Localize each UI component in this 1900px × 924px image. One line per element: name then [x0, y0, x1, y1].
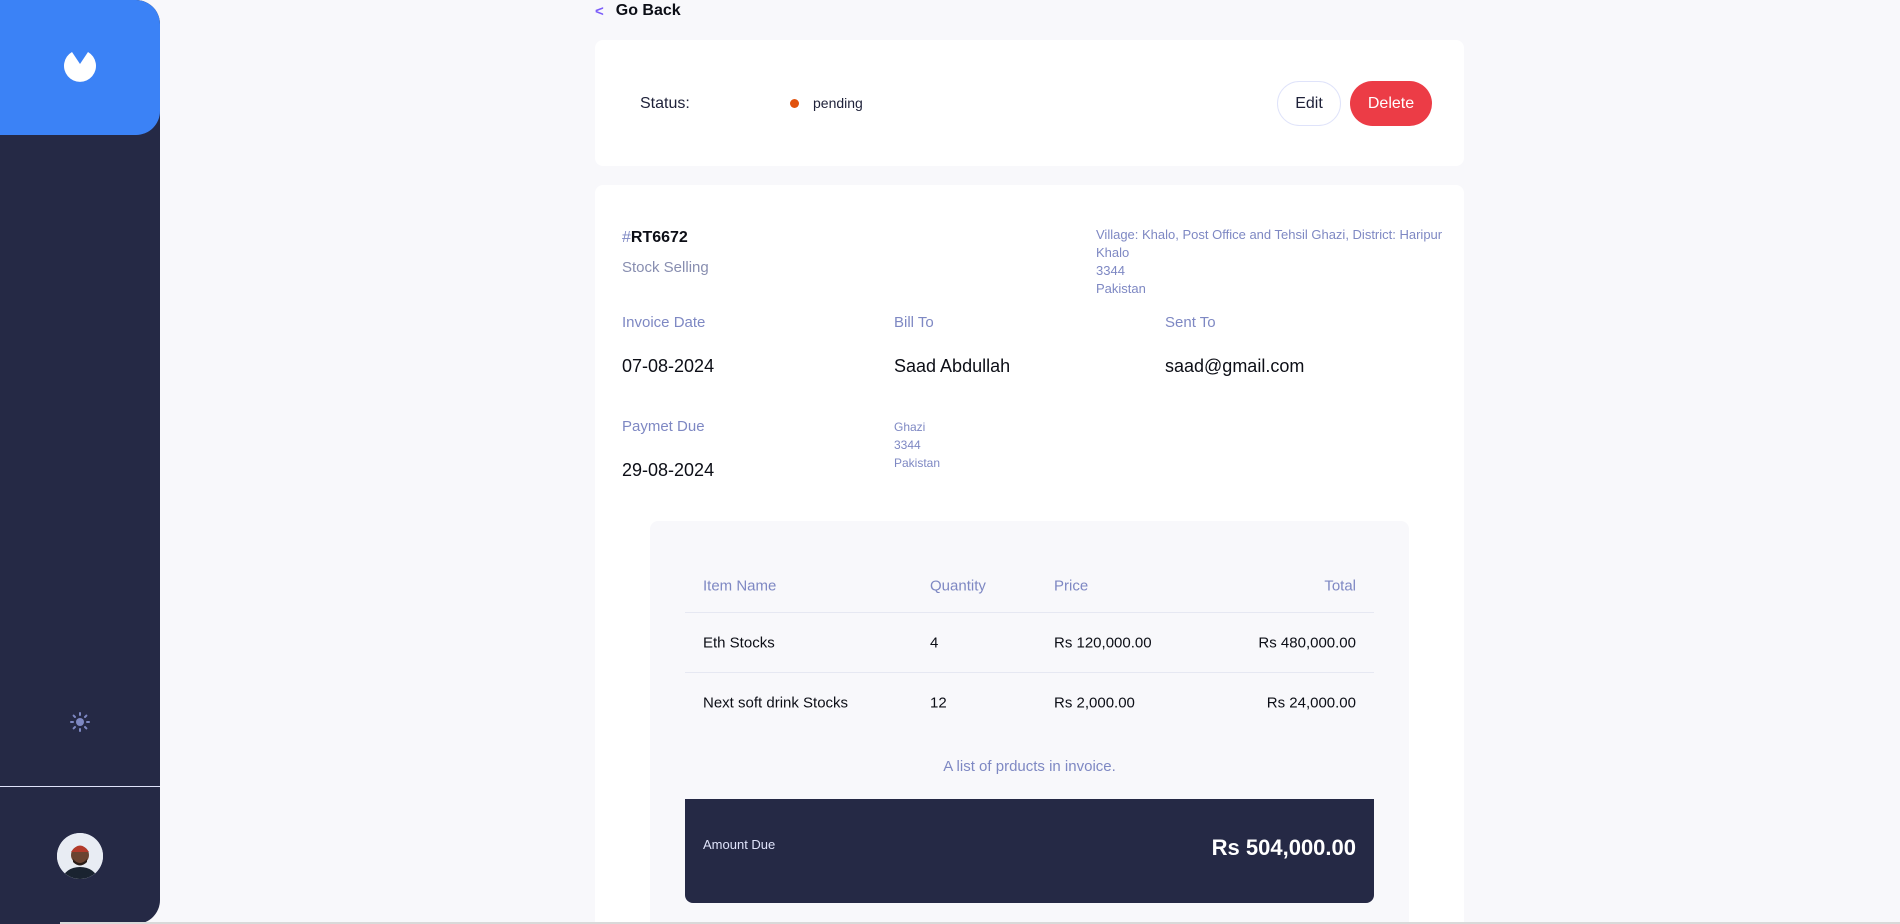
client-address: Ghazi 3344 Pakistan: [894, 418, 940, 472]
sidebar-divider: [0, 786, 160, 787]
user-avatar[interactable]: [57, 833, 103, 879]
sender-address: Village: Khalo, Post Office and Tehsil G…: [1096, 226, 1442, 298]
client-email: saad@gmail.com: [1165, 356, 1305, 376]
invoice-id-value: RT6672: [630, 229, 688, 246]
items-table: Item Name Quantity Price Total Eth Stock…: [685, 559, 1374, 733]
theme-toggle-button[interactable]: [66, 708, 94, 736]
status-label: Status:: [640, 95, 690, 112]
header-total: Total: [1324, 577, 1356, 594]
item-price: Rs 2,000.00: [1054, 694, 1135, 712]
invoice-card: #RT6672 Stock Selling Village: Khalo, Po…: [595, 185, 1464, 924]
table-row: Eth Stocks 4 Rs 120,000.00 Rs 480,000.00: [685, 613, 1374, 673]
chevron-left-icon: <: [595, 2, 604, 20]
sender-city: Khalo: [1096, 245, 1130, 260]
amount-due-label: Amount Due: [703, 837, 776, 852]
item-name: Next soft drink Stocks: [703, 694, 849, 712]
status-badge: pending: [790, 95, 863, 111]
header-quantity: Quantity: [930, 577, 986, 594]
table-caption: A list of prducts in invoice.: [943, 758, 1116, 775]
item-quantity: 4: [930, 634, 939, 651]
item-total: Rs 24,000.00: [1266, 694, 1356, 712]
status-value: pending: [813, 95, 863, 111]
amount-due-bar: Amount Due Rs 504,000.00: [685, 799, 1374, 903]
item-name: Eth Stocks: [703, 634, 775, 651]
go-back-label: Go Back: [615, 2, 681, 19]
table-row: Next soft drink Stocks 12 Rs 2,000.00 Rs…: [685, 673, 1374, 733]
amount-due-value: Rs 504,000.00: [1211, 835, 1356, 860]
status-dot-icon: [790, 98, 799, 108]
client-country: Pakistan: [894, 456, 941, 470]
table-header-row: Item Name Quantity Price Total: [685, 559, 1374, 613]
payment-due-label: Paymet Due: [622, 418, 705, 435]
sent-to-label: Sent To: [1165, 314, 1216, 331]
client-name: Saad Abdullah: [894, 356, 1011, 376]
item-price: Rs 120,000.00: [1054, 634, 1152, 651]
go-back-link[interactable]: < Go Back: [595, 2, 681, 20]
edit-button[interactable]: Edit: [1277, 81, 1341, 126]
item-quantity: 12: [930, 694, 947, 712]
sender-street: Village: Khalo, Post Office and Tehsil G…: [1096, 227, 1443, 242]
client-city: Ghazi: [894, 420, 926, 434]
invoice-description: Stock Selling: [622, 259, 709, 276]
invoice-date-label: Invoice Date: [622, 314, 706, 331]
avatar-image: [57, 833, 103, 879]
bill-to-label: Bill To: [894, 314, 934, 331]
delete-button[interactable]: Delete: [1350, 81, 1432, 126]
header-price: Price: [1054, 577, 1089, 594]
sun-icon: [70, 712, 90, 732]
invoice-id-hash: #: [622, 229, 631, 246]
item-total: Rs 480,000.00: [1258, 634, 1356, 651]
invoice-date-value: 07-08-2024: [622, 356, 715, 376]
logo-box[interactable]: [0, 0, 160, 135]
sender-country: Pakistan: [1096, 281, 1146, 296]
payment-due-value: 29-08-2024: [622, 460, 715, 480]
invoice-id: #RT6672: [622, 229, 688, 247]
client-post-code: 3344: [894, 438, 921, 452]
header-item-name: Item Name: [703, 577, 777, 594]
items-box: Item Name Quantity Price Total Eth Stock…: [650, 521, 1409, 924]
sender-post-code: 3344: [1096, 263, 1125, 278]
status-card: Status: pending Edit Delete: [595, 40, 1464, 166]
sidebar: [0, 0, 160, 924]
brand-logo-icon: [64, 52, 96, 82]
